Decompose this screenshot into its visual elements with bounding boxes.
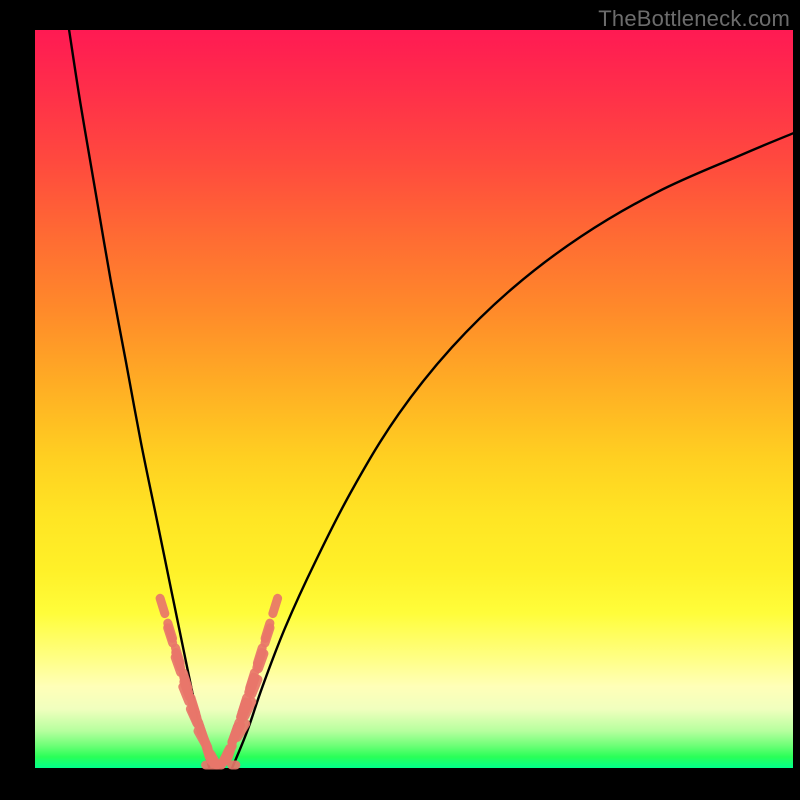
- watermark-text: TheBottleneck.com: [598, 6, 790, 32]
- curve-left-arm: [69, 30, 209, 768]
- plot-area: [35, 30, 793, 768]
- curve-layer: [35, 30, 793, 768]
- chart-stage: TheBottleneck.com: [0, 0, 800, 800]
- curve-right-arm: [232, 133, 793, 768]
